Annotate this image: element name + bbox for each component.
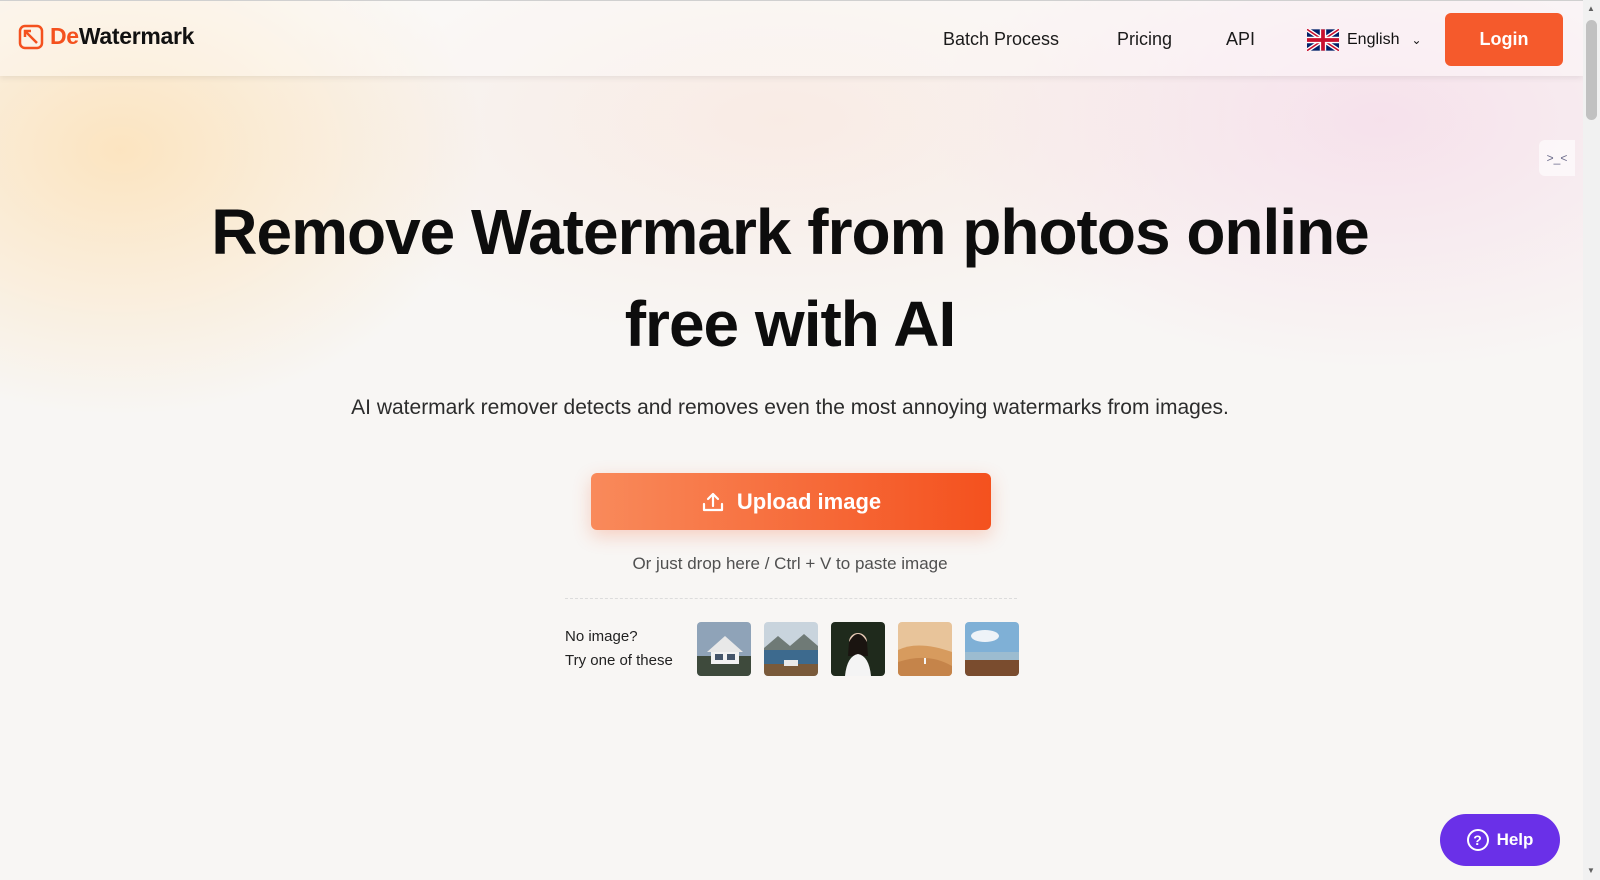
sample-thumb-house[interactable] — [697, 622, 751, 676]
nav-pricing[interactable]: Pricing — [1117, 29, 1172, 50]
top-navbar: DeWatermark Batch Process Pricing API En… — [0, 0, 1583, 76]
title-line-2: free with AI — [624, 288, 957, 360]
logo-prefix: De — [50, 23, 79, 49]
scroll-up-arrow-icon[interactable]: ▲ — [1587, 4, 1595, 13]
uk-flag-icon — [1307, 29, 1339, 51]
drop-hint: Or just drop here / Ctrl + V to paste im… — [632, 554, 948, 573]
help-label: Help — [1496, 830, 1534, 849]
question-icon: ? — [1466, 829, 1489, 851]
help-button[interactable]: ? Help — [1440, 814, 1560, 866]
title-line-1: Remove Watermark from photos online — [211, 196, 1369, 268]
logo-suffix: Watermark — [78, 23, 195, 49]
nav-api[interactable]: API — [1226, 29, 1255, 50]
logo-text: DeWatermark — [50, 23, 194, 50]
sample-prompt: No image? Try one of these — [565, 625, 697, 673]
sample-prompt-line-2: Try one of these — [565, 652, 673, 669]
upload-label: Upload image — [736, 488, 882, 514]
scroll-down-arrow-icon[interactable]: ▼ — [1587, 866, 1595, 875]
sample-prompt-line-1: No image? — [565, 628, 638, 645]
language-label: English — [1347, 31, 1400, 48]
logo-icon — [18, 24, 44, 49]
sample-thumb-lake[interactable] — [764, 622, 818, 676]
hero-subtitle: AI watermark remover detects and removes… — [351, 396, 1229, 419]
login-button[interactable]: Login — [1445, 13, 1563, 66]
page-title: Remove Watermark from photos online free… — [120, 186, 1460, 370]
sample-thumb-portrait[interactable] — [831, 622, 885, 676]
sample-thumb-desert[interactable] — [898, 622, 952, 676]
nav-batch-process[interactable]: Batch Process — [943, 29, 1059, 50]
brand-logo[interactable]: DeWatermark — [18, 23, 194, 50]
hero-section: Remove Watermark from photos online free… — [0, 76, 1583, 880]
divider — [565, 598, 1017, 599]
scrollbar-thumb[interactable] — [1586, 20, 1597, 120]
page-scrollbar[interactable]: ▲ ▼ — [1583, 0, 1600, 880]
upload-image-button[interactable]: Upload image — [591, 473, 991, 530]
upload-icon — [702, 492, 723, 511]
chevron-down-icon: ⌄ — [1411, 33, 1422, 47]
sample-images: No image? Try one of these — [565, 622, 1032, 676]
sample-thumb-beach[interactable] — [965, 622, 1019, 676]
language-selector[interactable]: English ⌄ — [1307, 29, 1422, 51]
